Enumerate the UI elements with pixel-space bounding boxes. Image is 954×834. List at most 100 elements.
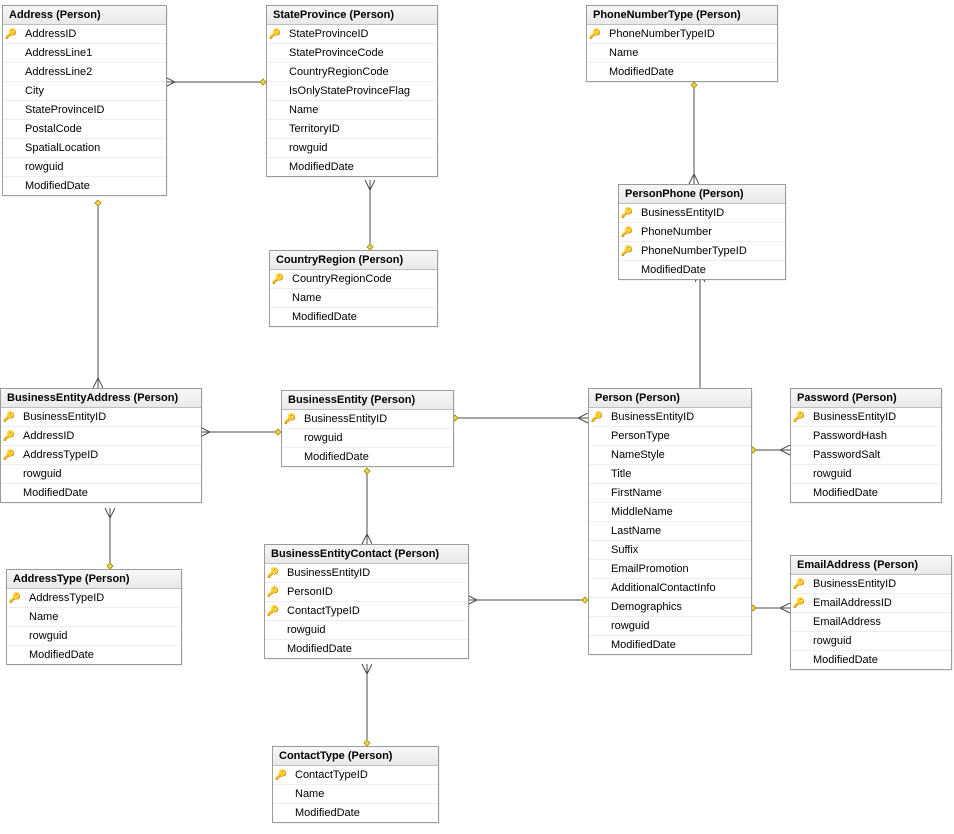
column-name: Name — [603, 47, 644, 59]
entity-contacttype[interactable]: ContactType (Person)🔑ContactTypeIDNameMo… — [272, 746, 439, 823]
column-row[interactable]: PasswordSalt — [791, 445, 941, 464]
entity-title: PhoneNumberType (Person) — [587, 6, 777, 25]
column-row[interactable]: IsOnlyStateProvinceFlag — [267, 81, 437, 100]
column-row[interactable]: SpatialLocation — [3, 138, 166, 157]
column-row[interactable]: CountryRegionCode — [267, 62, 437, 81]
column-row[interactable]: ModifiedDate — [267, 157, 437, 176]
column-row[interactable]: ModifiedDate — [1, 483, 201, 502]
column-name: ModifiedDate — [603, 66, 680, 78]
column-row[interactable]: Name — [273, 784, 438, 803]
column-list: 🔑BusinessEntityID🔑EmailAddressIDEmailAdd… — [791, 575, 951, 669]
entity-countryregion[interactable]: CountryRegion (Person)🔑CountryRegionCode… — [269, 250, 438, 327]
column-row[interactable]: 🔑PersonID — [265, 582, 468, 601]
column-row[interactable]: 🔑PhoneNumber — [619, 222, 785, 241]
column-row[interactable]: Name — [267, 100, 437, 119]
primary-key-icon: 🔑 — [265, 587, 281, 598]
column-row[interactable]: 🔑CountryRegionCode — [270, 270, 437, 288]
column-row[interactable]: PasswordHash — [791, 426, 941, 445]
column-row[interactable]: ModifiedDate — [791, 483, 941, 502]
entity-emailaddress[interactable]: EmailAddress (Person)🔑BusinessEntityID🔑E… — [790, 555, 952, 670]
column-row[interactable]: NameStyle — [589, 445, 751, 464]
column-row[interactable]: 🔑BusinessEntityID — [282, 410, 453, 428]
column-row[interactable]: EmailPromotion — [589, 559, 751, 578]
column-row[interactable]: Name — [7, 607, 181, 626]
column-row[interactable]: StateProvinceID — [3, 100, 166, 119]
column-row[interactable]: rowguid — [589, 616, 751, 635]
column-row[interactable]: rowguid — [791, 631, 951, 650]
column-row[interactable]: 🔑BusinessEntityID — [1, 408, 201, 426]
column-row[interactable]: City — [3, 81, 166, 100]
column-row[interactable]: 🔑AddressID — [3, 25, 166, 43]
entity-addresstype[interactable]: AddressType (Person)🔑AddressTypeIDNamero… — [6, 569, 182, 665]
column-row[interactable]: 🔑AddressID — [1, 426, 201, 445]
column-row[interactable]: rowguid — [3, 157, 166, 176]
column-row[interactable]: 🔑AddressTypeID — [7, 589, 181, 607]
column-name: ModifiedDate — [19, 180, 96, 192]
entity-phonenumbertype[interactable]: PhoneNumberType (Person)🔑PhoneNumberType… — [586, 5, 778, 82]
column-row[interactable]: rowguid — [791, 464, 941, 483]
column-row[interactable]: ModifiedDate — [791, 650, 951, 669]
column-row[interactable]: Demographics — [589, 597, 751, 616]
column-row[interactable]: ModifiedDate — [587, 62, 777, 81]
column-row[interactable]: rowguid — [7, 626, 181, 645]
column-row[interactable]: StateProvinceCode — [267, 43, 437, 62]
column-row[interactable]: ModifiedDate — [265, 639, 468, 658]
column-row[interactable]: EmailAddress — [791, 612, 951, 631]
column-row[interactable]: ModifiedDate — [7, 645, 181, 664]
column-row[interactable]: rowguid — [265, 620, 468, 639]
entity-person[interactable]: Person (Person)🔑BusinessEntityIDPersonTy… — [588, 388, 752, 655]
column-row[interactable]: 🔑ContactTypeID — [265, 601, 468, 620]
entity-title: BusinessEntity (Person) — [282, 391, 453, 410]
column-row[interactable]: Title — [589, 464, 751, 483]
column-name: ModifiedDate — [807, 487, 884, 499]
entity-personphone[interactable]: PersonPhone (Person)🔑BusinessEntityID🔑Ph… — [618, 184, 786, 280]
column-name: ModifiedDate — [635, 264, 712, 276]
column-row[interactable]: AdditionalContactInfo — [589, 578, 751, 597]
column-row[interactable]: 🔑BusinessEntityID — [619, 204, 785, 222]
column-row[interactable]: ModifiedDate — [3, 176, 166, 195]
column-row[interactable]: ModifiedDate — [273, 803, 438, 822]
column-row[interactable]: Suffix — [589, 540, 751, 559]
primary-key-icon: 🔑 — [1, 431, 17, 442]
column-row[interactable]: ModifiedDate — [270, 307, 437, 326]
column-row[interactable]: 🔑BusinessEntityID — [265, 564, 468, 582]
column-row[interactable]: Name — [270, 288, 437, 307]
entity-address[interactable]: Address (Person)🔑AddressIDAddressLine1Ad… — [2, 5, 167, 196]
column-row[interactable]: rowguid — [282, 428, 453, 447]
primary-key-icon: 🔑 — [1, 450, 17, 461]
entity-password[interactable]: Password (Person)🔑BusinessEntityIDPasswo… — [790, 388, 942, 503]
column-name: rowguid — [281, 624, 332, 636]
column-row[interactable]: 🔑BusinessEntityID — [791, 575, 951, 593]
column-row[interactable]: 🔑BusinessEntityID — [589, 408, 751, 426]
column-row[interactable]: rowguid — [1, 464, 201, 483]
column-row[interactable]: Name — [587, 43, 777, 62]
entity-title: BusinessEntityContact (Person) — [265, 545, 468, 564]
column-name: PhoneNumber — [635, 226, 718, 238]
column-row[interactable]: LastName — [589, 521, 751, 540]
entity-businessentity[interactable]: BusinessEntity (Person)🔑BusinessEntityID… — [281, 390, 454, 467]
column-row[interactable]: PostalCode — [3, 119, 166, 138]
column-row[interactable]: ModifiedDate — [282, 447, 453, 466]
column-row[interactable]: TerritoryID — [267, 119, 437, 138]
column-row[interactable]: PersonType — [589, 426, 751, 445]
column-row[interactable]: ModifiedDate — [619, 260, 785, 279]
column-row[interactable]: 🔑StateProvinceID — [267, 25, 437, 43]
primary-key-icon: 🔑 — [282, 414, 298, 425]
entity-stateprovince[interactable]: StateProvince (Person)🔑StateProvinceIDSt… — [266, 5, 438, 177]
column-row[interactable]: 🔑EmailAddressID — [791, 593, 951, 612]
entity-businessentitycontact[interactable]: BusinessEntityContact (Person)🔑BusinessE… — [264, 544, 469, 659]
column-name: BusinessEntityID — [281, 567, 376, 579]
column-name: PersonID — [281, 586, 339, 598]
column-row[interactable]: AddressLine2 — [3, 62, 166, 81]
column-row[interactable]: MiddleName — [589, 502, 751, 521]
column-row[interactable]: ModifiedDate — [589, 635, 751, 654]
column-row[interactable]: 🔑PhoneNumberTypeID — [587, 25, 777, 43]
column-row[interactable]: 🔑ContactTypeID — [273, 766, 438, 784]
column-row[interactable]: 🔑PhoneNumberTypeID — [619, 241, 785, 260]
column-row[interactable]: 🔑BusinessEntityID — [791, 408, 941, 426]
entity-businessentityaddress[interactable]: BusinessEntityAddress (Person)🔑BusinessE… — [0, 388, 202, 503]
column-row[interactable]: 🔑AddressTypeID — [1, 445, 201, 464]
column-row[interactable]: FirstName — [589, 483, 751, 502]
column-row[interactable]: rowguid — [267, 138, 437, 157]
column-row[interactable]: AddressLine1 — [3, 43, 166, 62]
